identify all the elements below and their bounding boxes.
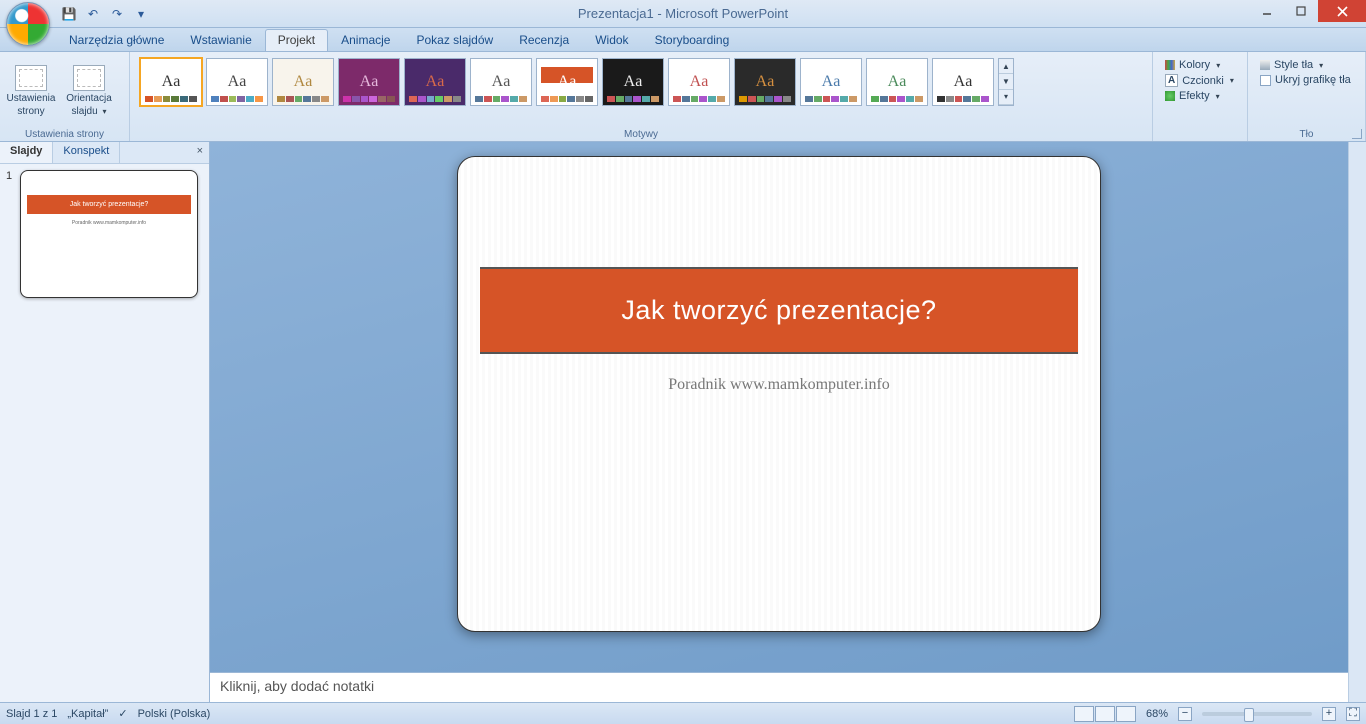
zoom-in[interactable]: + — [1322, 707, 1336, 721]
orientation-icon — [73, 65, 105, 91]
dialog-launcher-icon[interactable] — [1352, 129, 1362, 139]
slide[interactable]: Jak tworzyć prezentacje? Poradnik www.ma… — [457, 156, 1101, 632]
theme-thumbnail[interactable]: Aa — [932, 58, 994, 106]
thumb-title: Jak tworzyć prezentacje? — [27, 195, 191, 214]
page-setup-button[interactable]: Ustawienia strony — [4, 54, 58, 127]
status-theme[interactable]: „Kapitał” — [67, 708, 108, 720]
editor-area: Jak tworzyć prezentacje? Poradnik www.ma… — [210, 142, 1348, 702]
status-language[interactable]: Polski (Polska) — [138, 708, 211, 720]
theme-thumbnail[interactable]: Aa — [404, 58, 466, 106]
group-label: Tło — [1248, 129, 1365, 140]
qat-customize[interactable]: ▾ — [130, 4, 152, 24]
tab-slides[interactable]: Slajdy — [0, 142, 53, 163]
group-themes: AaAaAaAaAaAaAaAaAaAaAaAaAa▲▼▾ Motywy — [130, 52, 1153, 141]
tab-outline[interactable]: Konspekt — [53, 142, 120, 163]
theme-fonts-button[interactable]: ACzcionki▾ — [1163, 73, 1237, 88]
zoom-level[interactable]: 68% — [1146, 708, 1168, 720]
slide-orientation-button[interactable]: Orientacja slajdu ▾ — [62, 54, 116, 127]
group-label: Ustawienia strony — [0, 129, 129, 140]
window-controls — [1250, 0, 1366, 22]
page-setup-icon — [15, 65, 47, 91]
theme-thumbnail[interactable]: Aa — [668, 58, 730, 106]
ribbon-tab-projekt[interactable]: Projekt — [265, 29, 328, 51]
ribbon-tab-pokaz-slajdów[interactable]: Pokaz slajdów — [403, 29, 506, 51]
workspace: Slajdy Konspekt × 1 Jak tworzyć prezenta… — [0, 142, 1366, 702]
theme-thumbnail[interactable]: Aa — [140, 58, 202, 106]
theme-thumbnail[interactable]: Aa — [470, 58, 532, 106]
group-label: Motywy — [130, 129, 1152, 140]
vertical-scrollbar[interactable] — [1348, 142, 1366, 702]
ribbon-tab-narzędzia-główne[interactable]: Narzędzia główne — [56, 29, 177, 51]
thumbnail-preview: Jak tworzyć prezentacje? Poradnik www.ma… — [20, 170, 198, 298]
theme-effects-button[interactable]: Efekty▾ — [1163, 89, 1237, 103]
thumbnail-item[interactable]: 1 Jak tworzyć prezentacje? Poradnik www.… — [6, 170, 203, 298]
minimize-button[interactable] — [1250, 0, 1284, 22]
theme-thumbnail[interactable]: Aa — [602, 58, 664, 106]
ribbon: Ustawienia strony Orientacja slajdu ▾ Us… — [0, 52, 1366, 142]
panel-close[interactable]: × — [191, 142, 209, 163]
status-slide-count: Slajd 1 z 1 — [6, 708, 57, 720]
status-bar: Slajd 1 z 1 „Kapitał” ✓ Polski (Polska) … — [0, 702, 1366, 724]
view-normal[interactable] — [1074, 706, 1094, 722]
ribbon-tab-storyboarding[interactable]: Storyboarding — [642, 29, 743, 51]
gallery-scroll[interactable]: ▲▼▾ — [998, 58, 1014, 106]
theme-thumbnail[interactable]: Aa — [866, 58, 928, 106]
spellcheck-icon[interactable]: ✓ — [118, 707, 127, 720]
qat-undo[interactable]: ↶ — [82, 4, 104, 24]
quick-access-toolbar: 💾 ↶ ↷ ▾ — [58, 0, 152, 27]
window-title: Prezentacja1 - Microsoft PowerPoint — [578, 6, 788, 21]
theme-thumbnail[interactable]: Aa — [734, 58, 796, 106]
background-styles-button[interactable]: Style tła▾ — [1258, 58, 1355, 72]
view-sorter[interactable] — [1095, 706, 1115, 722]
ribbon-tab-animacje[interactable]: Animacje — [328, 29, 403, 51]
view-buttons — [1074, 706, 1136, 722]
slide-title-placeholder[interactable]: Jak tworzyć prezentacje? — [480, 267, 1078, 354]
label: Ustawienia — [7, 93, 56, 104]
label: strony — [17, 106, 44, 117]
label: slajdu ▾ — [72, 106, 107, 117]
zoom-out[interactable]: − — [1178, 707, 1192, 721]
theme-thumbnail[interactable]: Aa — [206, 58, 268, 106]
ribbon-tabs: Narzędzia główneWstawianieProjektAnimacj… — [0, 28, 1366, 52]
close-button[interactable] — [1318, 0, 1366, 22]
group-background: Style tła▾ Ukryj grafikę tła Tło — [1248, 52, 1366, 141]
ribbon-tab-recenzja[interactable]: Recenzja — [506, 29, 582, 51]
ribbon-tab-widok[interactable]: Widok — [582, 29, 641, 51]
group-theme-options: Kolory▾ ACzcionki▾ Efekty▾ — [1153, 52, 1248, 141]
theme-thumbnail[interactable]: Aa — [272, 58, 334, 106]
slide-canvas-area[interactable]: Jak tworzyć prezentacje? Poradnik www.ma… — [210, 142, 1348, 672]
thumbnail-list: 1 Jak tworzyć prezentacje? Poradnik www.… — [0, 164, 209, 702]
theme-colors-button[interactable]: Kolory▾ — [1163, 58, 1237, 72]
thumb-subtitle: Poradnik www.mamkomputer.info — [21, 220, 197, 226]
qat-redo[interactable]: ↷ — [106, 4, 128, 24]
hide-graphics-checkbox[interactable]: Ukryj grafikę tła — [1258, 73, 1355, 87]
thumbnail-number: 1 — [6, 170, 16, 298]
theme-thumbnail[interactable]: Aa — [338, 58, 400, 106]
maximize-button[interactable] — [1284, 0, 1318, 22]
title-bar: 💾 ↶ ↷ ▾ Prezentacja1 - Microsoft PowerPo… — [0, 0, 1366, 28]
office-button[interactable] — [6, 2, 50, 46]
zoom-slider[interactable] — [1202, 712, 1312, 716]
slide-subtitle-placeholder[interactable]: Poradnik www.mamkomputer.info — [458, 376, 1100, 394]
group-page-setup: Ustawienia strony Orientacja slajdu ▾ Us… — [0, 52, 130, 141]
theme-thumbnail[interactable]: Aa — [800, 58, 862, 106]
panel-tabs: Slajdy Konspekt × — [0, 142, 209, 164]
fit-to-window[interactable]: ⛶ — [1346, 707, 1360, 721]
view-slideshow[interactable] — [1116, 706, 1136, 722]
qat-save[interactable]: 💾 — [58, 4, 80, 24]
notes-pane[interactable]: Kliknij, aby dodać notatki — [210, 672, 1348, 702]
theme-thumbnail[interactable]: Aa — [536, 58, 598, 106]
label: Orientacja — [66, 93, 112, 104]
ribbon-tab-wstawianie[interactable]: Wstawianie — [177, 29, 264, 51]
slides-panel: Slajdy Konspekt × 1 Jak tworzyć prezenta… — [0, 142, 210, 702]
